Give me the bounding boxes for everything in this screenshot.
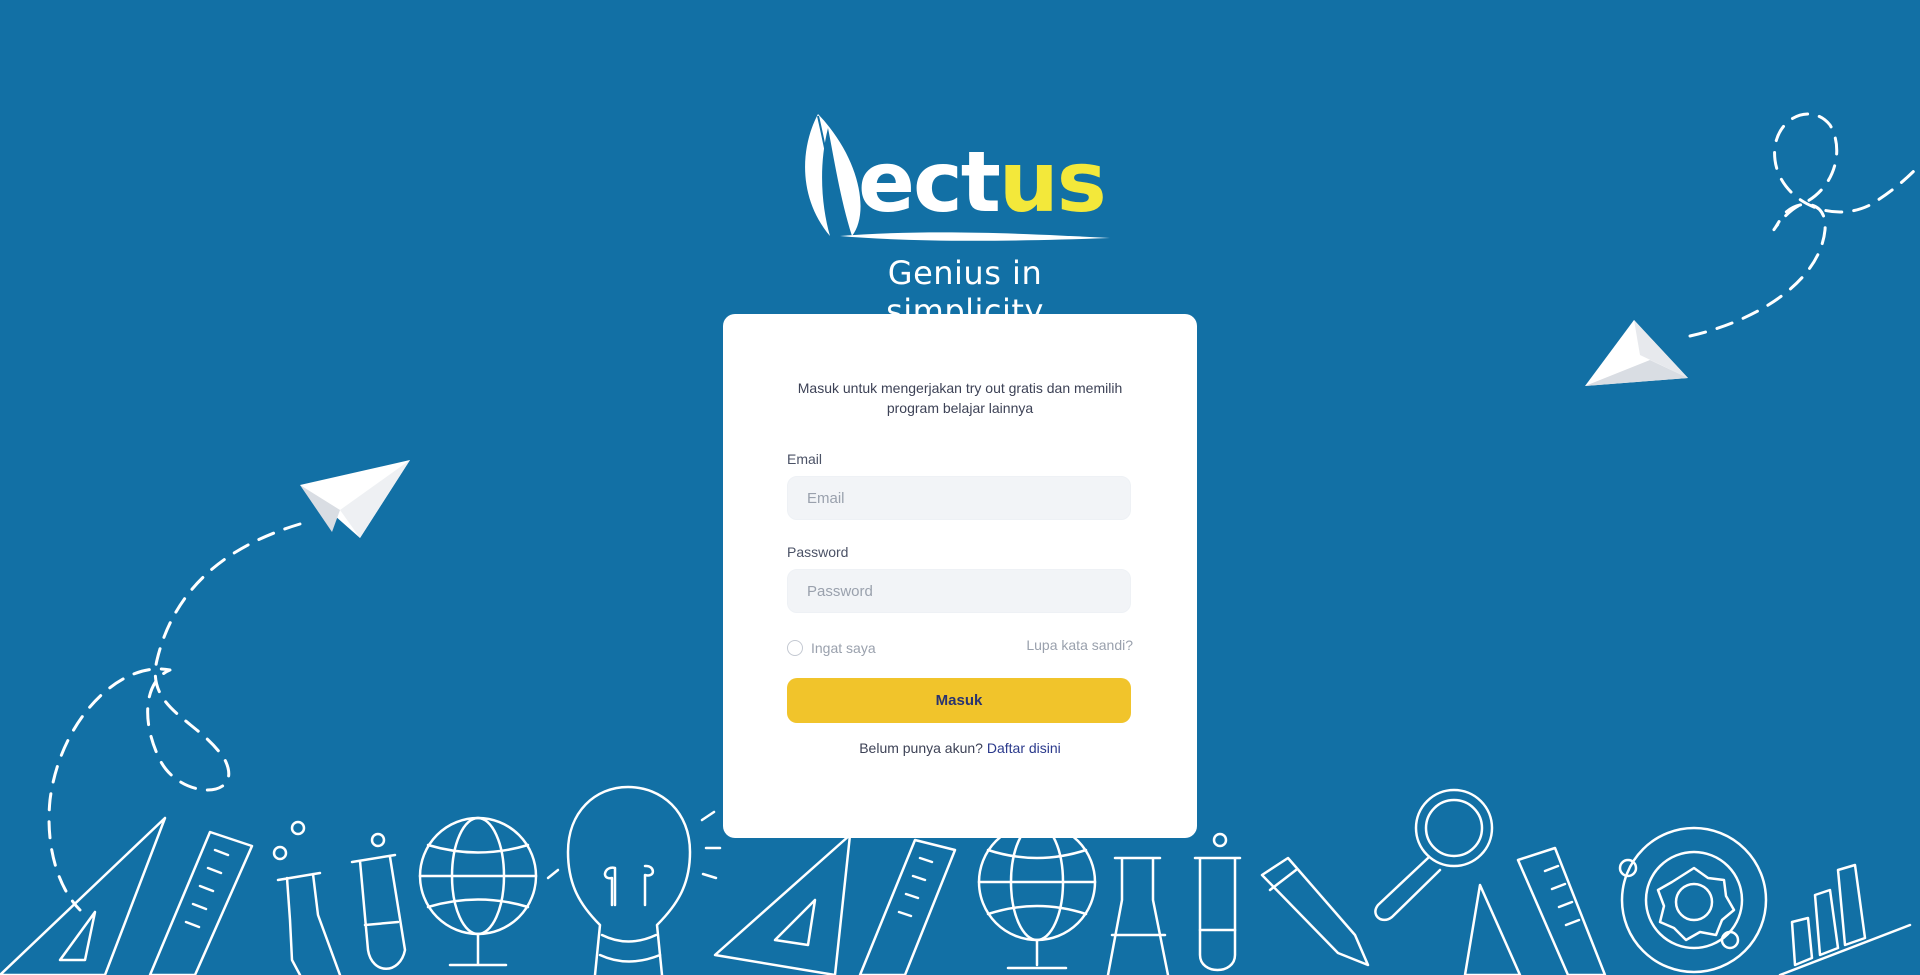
flask-icon bbox=[1106, 856, 1170, 975]
signup-prompt-text: Belum punya akun? bbox=[859, 740, 983, 756]
logo-wordmark: ectus bbox=[858, 140, 1107, 224]
forgot-password-link[interactable]: Lupa kata sandi? bbox=[1026, 637, 1133, 653]
ruler-icon bbox=[858, 838, 957, 975]
logo-highlight-text: us bbox=[998, 133, 1107, 231]
ruler-icon bbox=[1516, 846, 1607, 975]
password-field[interactable] bbox=[787, 569, 1131, 613]
remember-checkbox[interactable] bbox=[787, 640, 803, 656]
pencil-icon bbox=[1260, 856, 1370, 967]
test-tube-icon bbox=[1193, 832, 1242, 972]
signup-prompt: Belum punya akun? Daftar disini bbox=[787, 740, 1133, 756]
ruler-icon bbox=[148, 830, 254, 975]
login-intro-text: Masuk untuk mengerjakan try out gratis d… bbox=[797, 380, 1123, 416]
magnifier-icon bbox=[1374, 788, 1494, 922]
logo-main-text: ect bbox=[858, 133, 1001, 231]
brand-logo: ectus bbox=[800, 108, 1120, 243]
test-tube-icon bbox=[350, 832, 407, 970]
flask-icon bbox=[272, 820, 342, 975]
bar-chart-icon bbox=[1778, 863, 1912, 975]
globe-icon bbox=[977, 822, 1097, 970]
login-card: Masuk untuk mengerjakan try out gratis d… bbox=[723, 314, 1197, 838]
login-button[interactable]: Masuk bbox=[787, 678, 1131, 723]
atom-icon bbox=[1618, 826, 1768, 974]
dashed-path-right bbox=[1688, 112, 1920, 338]
triangle-ruler-icon bbox=[0, 816, 167, 975]
signup-link[interactable]: Daftar disini bbox=[987, 740, 1061, 756]
password-label: Password bbox=[787, 544, 849, 560]
triangle-ruler-icon bbox=[1463, 883, 1522, 975]
remember-label: Ingat saya bbox=[811, 640, 876, 656]
triangle-ruler-icon bbox=[713, 833, 852, 975]
remember-me-toggle[interactable]: Ingat saya bbox=[787, 638, 876, 658]
dashed-path-left bbox=[47, 522, 302, 912]
light-bulb-icon bbox=[546, 785, 722, 975]
email-label: Email bbox=[787, 451, 823, 467]
paper-plane-icon bbox=[300, 460, 410, 538]
email-field[interactable] bbox=[787, 476, 1131, 520]
paper-plane-icon bbox=[1585, 320, 1688, 386]
globe-icon bbox=[418, 816, 538, 967]
